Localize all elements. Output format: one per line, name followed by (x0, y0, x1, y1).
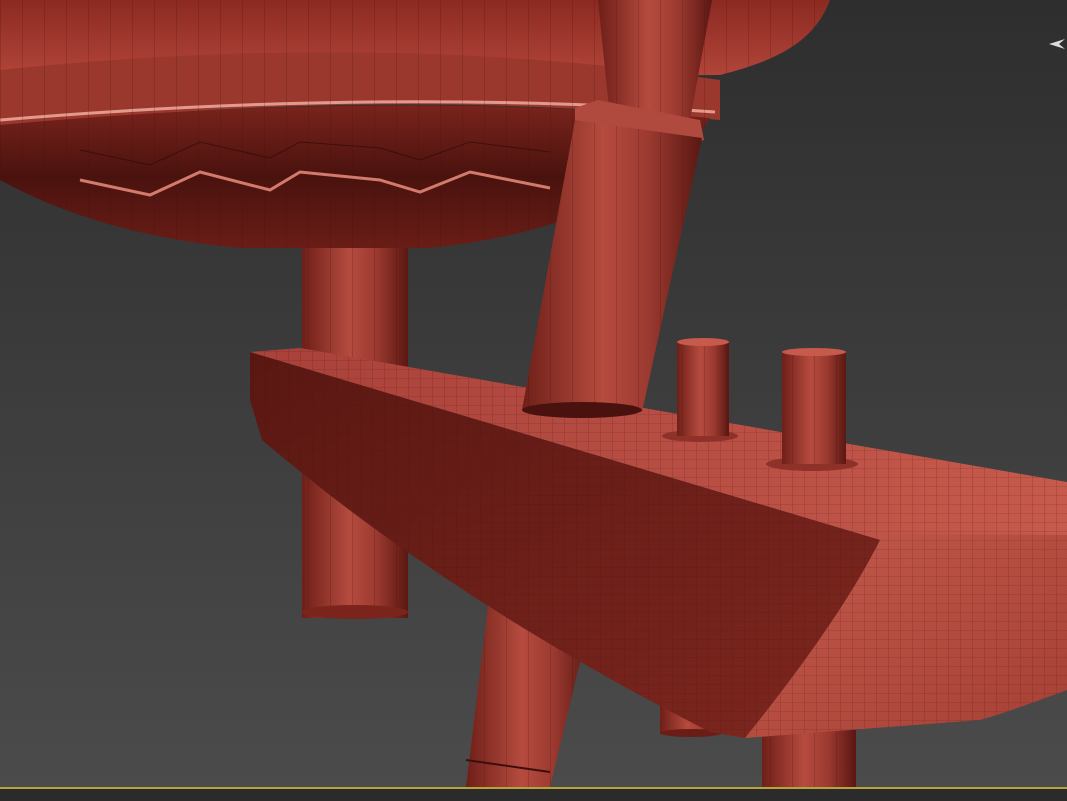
3d-viewport[interactable] (0, 0, 1067, 787)
cursor-icon (1049, 36, 1065, 49)
viewport-canvas[interactable] (0, 0, 1067, 787)
bottom-leg-right[interactable] (762, 730, 856, 787)
status-bar (0, 787, 1067, 801)
